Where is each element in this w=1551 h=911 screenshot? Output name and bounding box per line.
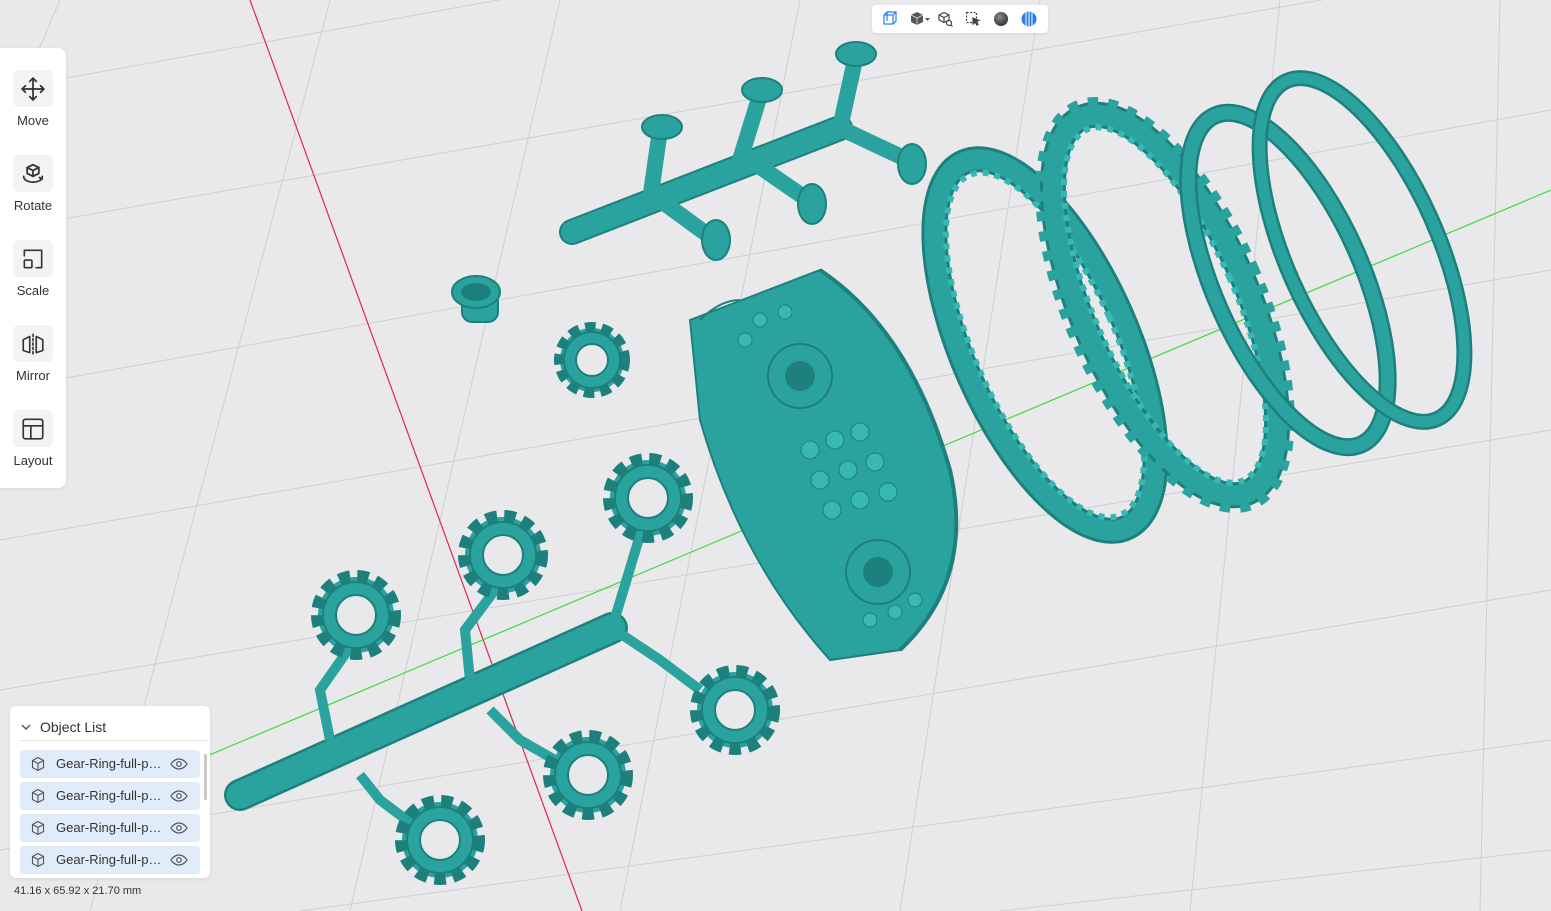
move-tool-label: Move [17, 113, 49, 128]
fit-view-icon[interactable] [936, 10, 954, 28]
model-part-main-band[interactable] [688, 268, 959, 662]
object-list-panel: Object List Gear-Ring-full-parts Gear-Ri… [10, 706, 210, 878]
mirror-icon [13, 325, 53, 362]
object-list-scrollbar[interactable] [204, 754, 207, 800]
mirror-tool-button[interactable]: Mirror [0, 303, 66, 383]
object-name: Gear-Ring-full-parts [56, 788, 164, 803]
model-part-sprue-gears[interactable] [224, 453, 780, 885]
eye-icon[interactable] [170, 853, 188, 867]
move-icon [13, 70, 53, 107]
object-name: Gear-Ring-full-parts [56, 852, 164, 867]
mirror-tool-label: Mirror [16, 368, 50, 383]
layout-tool-button[interactable]: Layout [0, 388, 66, 468]
rotate-tool-label: Rotate [13, 198, 53, 213]
rotate-tool-button[interactable]: Rotate [0, 133, 66, 213]
cube-icon [31, 788, 45, 804]
scale-icon [13, 240, 53, 277]
select-region-icon[interactable] [964, 10, 982, 28]
chevron-down-icon [21, 724, 31, 730]
model-gear-ring[interactable] [224, 41, 1507, 885]
object-list-item[interactable]: Gear-Ring-full-parts [20, 750, 200, 778]
object-list-title: Object List [40, 719, 107, 735]
rotate-icon [13, 155, 53, 192]
object-list-item[interactable]: Gear-Ring-full-parts [20, 814, 200, 842]
object-list-divider [20, 740, 208, 741]
eye-icon[interactable] [170, 757, 188, 771]
model-part-cap[interactable] [451, 275, 501, 323]
scale-tool-button[interactable]: Scale [0, 218, 66, 298]
eye-icon[interactable] [170, 821, 188, 835]
model-dimensions-readout: 41.16 x 65.92 x 21.70 mm [14, 885, 142, 897]
object-name: Gear-Ring-full-parts [56, 820, 164, 835]
standard-view-dropdown-icon[interactable] [908, 10, 932, 28]
shading-sphere-icon[interactable] [992, 10, 1010, 28]
object-list-item[interactable]: Gear-Ring-full-parts [20, 782, 200, 810]
transform-toolbar: Move Rotate Scale Mirror Layout [0, 48, 66, 488]
cube-icon [31, 852, 45, 868]
cube-icon [31, 756, 45, 772]
object-list-header[interactable]: Object List [20, 716, 200, 738]
object-list-item[interactable]: Gear-Ring-full-parts [20, 846, 200, 874]
viewport-3d[interactable] [0, 0, 1551, 911]
layout-tool-label: Layout [13, 453, 53, 468]
render-mode-icon[interactable] [1020, 10, 1038, 28]
object-name: Gear-Ring-full-parts [56, 756, 164, 771]
model-part-sprue-top[interactable] [559, 41, 927, 261]
perspective-view-icon[interactable] [881, 10, 899, 28]
layout-icon [13, 410, 53, 447]
cube-icon [31, 820, 45, 836]
scale-tool-label: Scale [16, 283, 50, 298]
view-toolbar [872, 5, 1048, 33]
eye-icon[interactable] [170, 789, 188, 803]
move-tool-button[interactable]: Move [0, 48, 66, 128]
model-part-small-gear[interactable] [554, 322, 630, 398]
